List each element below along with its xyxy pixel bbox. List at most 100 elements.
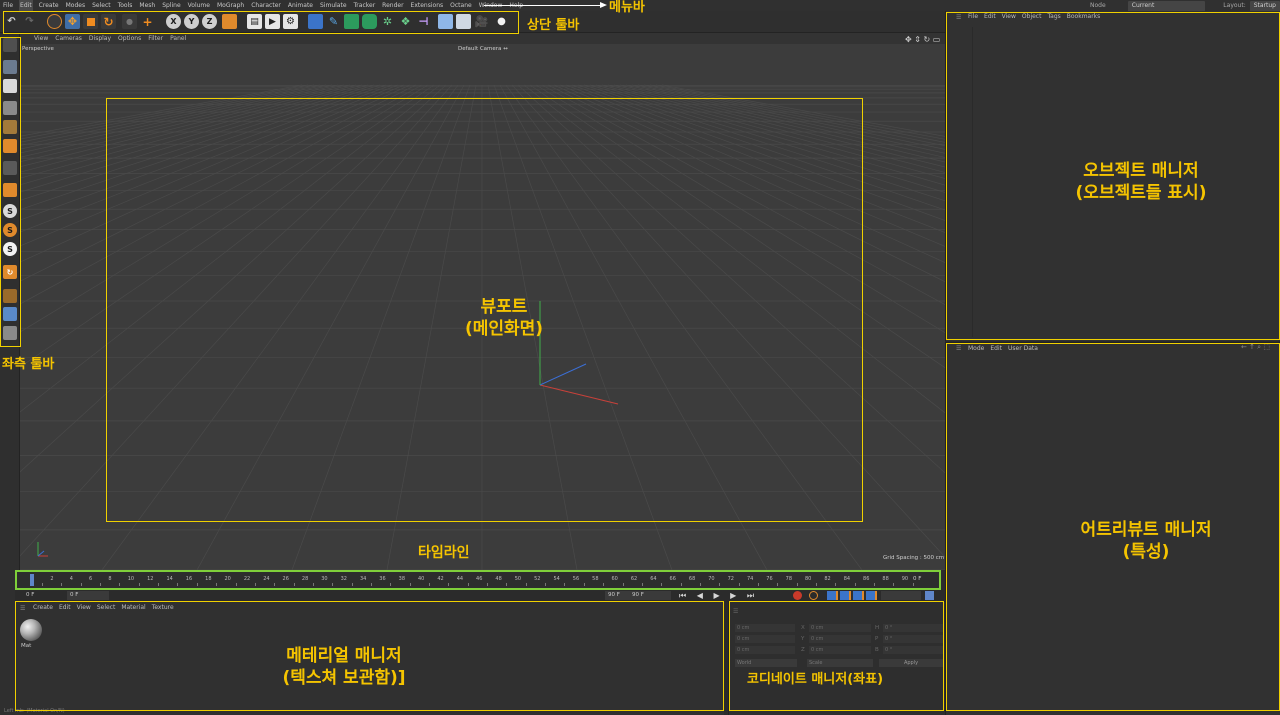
timeline-ruler[interactable]: 0246810121416182022242628303234363840424… <box>15 572 945 588</box>
panel-menu-icon[interactable]: ☰ <box>20 605 25 612</box>
coord-scale-select[interactable]: Scale <box>807 659 873 667</box>
object-menu-view[interactable]: View <box>1002 11 1016 23</box>
attribute-menu-edit[interactable]: Edit <box>990 343 1002 354</box>
menu-edit[interactable]: Edit <box>19 0 33 11</box>
material-menu-create[interactable]: Create <box>33 602 53 613</box>
max-frame-field[interactable]: 90 F <box>605 591 629 600</box>
pen-spline-icon[interactable]: ✎ <box>326 14 341 29</box>
coord-rotation-h[interactable]: 0 ° <box>883 624 943 632</box>
coordinate-system-icon[interactable] <box>222 14 237 29</box>
material-name[interactable]: Mat <box>21 643 31 649</box>
rotate-icon[interactable]: ↻ <box>101 14 116 29</box>
object-menu-bookmarks[interactable]: Bookmarks <box>1067 11 1101 23</box>
coord-size-y[interactable]: 0 cm <box>809 635 871 643</box>
uv-mode-icon[interactable] <box>3 161 17 175</box>
menu-select[interactable]: Select <box>91 0 112 11</box>
points-mode-icon[interactable] <box>3 101 17 115</box>
menu-volume[interactable]: Volume <box>187 0 211 11</box>
menu-extensions[interactable]: Extensions <box>410 0 445 11</box>
menu-create[interactable]: Create <box>38 0 60 11</box>
grid-icon[interactable] <box>456 14 471 29</box>
attribute-menu-mode[interactable]: Mode <box>968 343 984 354</box>
deformer-icon[interactable]: ❖ <box>398 14 413 29</box>
object-menu-edit[interactable]: Edit <box>984 11 996 23</box>
object-menu-object[interactable]: Object <box>1022 11 1042 23</box>
material-menu-material[interactable]: Material <box>121 602 145 613</box>
make-editable-icon[interactable] <box>3 38 17 52</box>
menu-octane[interactable]: Octane <box>449 0 473 11</box>
object-menu-tags[interactable]: Tags <box>1047 11 1060 23</box>
coord-rotation-p[interactable]: 0 ° <box>883 635 943 643</box>
redo-icon[interactable]: ↷ <box>22 14 37 29</box>
coord-position-x[interactable]: 0 cm <box>735 624 795 632</box>
coordinate-manager[interactable]: ☰ 0 cm X 0 cm H 0 ° 0 cm Y 0 cm P 0 ° 0 cm Z 0 cm B 0 … <box>728 601 945 715</box>
material-menu-edit[interactable]: Edit <box>59 602 71 613</box>
preview-max-field[interactable]: 90 F <box>629 591 671 600</box>
menu-file[interactable]: File <box>2 0 14 11</box>
key-filter-icons[interactable] <box>827 591 877 600</box>
render-settings-icon[interactable]: ⚙ <box>283 14 298 29</box>
field-icon[interactable]: ✲ <box>380 14 395 29</box>
coord-menu-icon[interactable]: ☰ <box>733 608 738 615</box>
scale-icon[interactable] <box>83 14 98 29</box>
scheme-icons[interactable] <box>881 591 921 600</box>
timeline-menu-icon[interactable] <box>925 591 934 600</box>
am-nav-arrows[interactable]: ← ↑ ⌕ ⬚ <box>1241 343 1270 352</box>
undo-icon[interactable]: ↶ <box>4 14 19 29</box>
locked-workplane-icon[interactable] <box>3 307 17 321</box>
coord-size-x[interactable]: 0 cm <box>809 624 871 632</box>
move-icon[interactable]: ✥ <box>65 14 80 29</box>
timeline[interactable]: 0246810121416182022242628303234363840424… <box>15 570 945 590</box>
am-panel-menu-icon[interactable]: ☰ <box>956 345 961 352</box>
attribute-menu-user-data[interactable]: User Data <box>1008 343 1038 354</box>
axis-mode-icon[interactable] <box>3 183 17 197</box>
floor-icon[interactable] <box>438 14 453 29</box>
autokey-icon[interactable] <box>809 591 818 600</box>
texture-mode-icon[interactable] <box>3 79 17 93</box>
polygons-mode-icon[interactable] <box>3 139 17 153</box>
render-picture-viewer-icon[interactable]: ▶ <box>265 14 280 29</box>
menu-character[interactable]: Character <box>250 0 282 11</box>
subdivision-icon[interactable] <box>344 14 359 29</box>
menu-modes[interactable]: Modes <box>65 0 86 11</box>
x-axis-icon[interactable]: X <box>166 14 181 29</box>
bend-icon[interactable]: ⊣ <box>416 14 431 29</box>
tweak-mode-icon[interactable]: ↻ <box>3 265 17 279</box>
snap-icon[interactable]: S <box>3 204 17 218</box>
light-icon[interactable]: ● <box>494 14 509 29</box>
om-panel-menu-icon[interactable]: ☰ <box>956 14 961 21</box>
coord-world-select[interactable]: World <box>735 659 797 667</box>
playhead[interactable] <box>30 574 34 586</box>
workplane-icon[interactable] <box>3 289 17 303</box>
cloner-icon[interactable] <box>362 14 377 29</box>
apply-button[interactable]: Apply <box>879 659 943 667</box>
workplane-snap-icon[interactable]: S <box>3 242 17 256</box>
recent-tools-icon[interactable]: ● <box>122 14 137 29</box>
menu-tools[interactable]: Tools <box>117 0 134 11</box>
menu-mograph[interactable]: MoGraph <box>216 0 245 11</box>
model-mode-icon[interactable] <box>3 60 17 74</box>
material-menu-view[interactable]: View <box>77 602 91 613</box>
material-menu-select[interactable]: Select <box>97 602 116 613</box>
start-frame-field[interactable]: 0 F <box>23 591 57 600</box>
menu-spline[interactable]: Spline <box>161 0 181 11</box>
render-view-icon[interactable]: ▤ <box>247 14 262 29</box>
coord-size-z[interactable]: 0 cm <box>809 646 871 654</box>
z-axis-icon[interactable]: Z <box>202 14 217 29</box>
menu-tracker[interactable]: Tracker <box>353 0 377 11</box>
material-menu-texture[interactable]: Texture <box>152 602 174 613</box>
menu-mesh[interactable]: Mesh <box>138 0 156 11</box>
snap-settings-icon[interactable]: S <box>3 223 17 237</box>
object-menu-file[interactable]: File <box>968 11 978 23</box>
camera-icon[interactable]: 🎥 <box>474 14 489 29</box>
edges-mode-icon[interactable] <box>3 120 17 134</box>
coord-position-z[interactable]: 0 cm <box>735 646 795 654</box>
menu-animate[interactable]: Animate <box>287 0 314 11</box>
y-axis-icon[interactable]: Y <box>184 14 199 29</box>
add-tool-icon[interactable]: + <box>140 14 155 29</box>
record-icon[interactable] <box>793 591 802 600</box>
menu-render[interactable]: Render <box>381 0 404 11</box>
menu-simulate[interactable]: Simulate <box>319 0 348 11</box>
coord-position-y[interactable]: 0 cm <box>735 635 795 643</box>
coord-rotation-b[interactable]: 0 ° <box>883 646 943 654</box>
